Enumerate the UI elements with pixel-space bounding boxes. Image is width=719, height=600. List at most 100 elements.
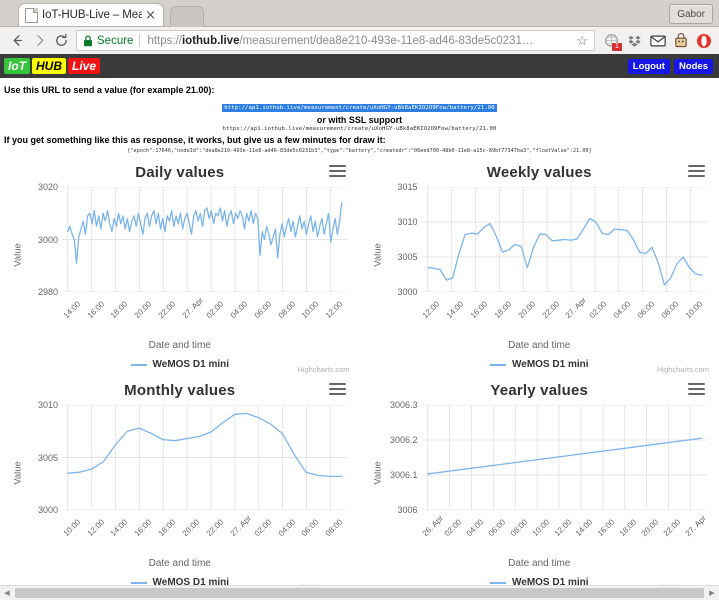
x-axis-ticks: 14:00 16:00 18:00 20:00 22:00 27. Apr 02:00 04:… xyxy=(61,292,348,322)
x-tick-label: 20:00 xyxy=(639,517,661,538)
forward-arrow-icon[interactable] xyxy=(28,30,50,52)
adblock-extension-icon[interactable]: 1 xyxy=(602,31,622,51)
horizontal-scrollbar[interactable]: ◀ ▶ xyxy=(0,585,719,600)
x-tick-label: 08:00 xyxy=(659,299,681,320)
y-tick-label: 3006.3 xyxy=(389,400,418,410)
chart-title: Daily values xyxy=(135,164,225,181)
x-tick-label: 02:00 xyxy=(204,299,226,320)
plot-area: Value 3006 3006.1 3006.2 3006.3 26. Apr 02:0… xyxy=(368,400,712,540)
x-tick-label: 14:00 xyxy=(574,517,595,538)
y-tick-label: 3005 xyxy=(397,251,418,262)
tab-title: IoT-HUB-Live – Measu xyxy=(42,9,143,21)
x-tick-label: 22:00 xyxy=(204,517,226,538)
x-tick-label: 08:00 xyxy=(508,517,529,538)
lastpass-extension-icon[interactable] xyxy=(671,31,690,50)
site-logo[interactable]: IoT HUB Live xyxy=(4,58,101,74)
y-tick-label: 3006.1 xyxy=(389,469,418,480)
tab-strip: IoT-HUB-Live – Measu × Gabor xyxy=(0,0,719,27)
x-tick-label: 10:00 xyxy=(61,517,82,538)
chart-yearly: Yearly values Value 3006 3006.1 3006.2 3006… xyxy=(360,372,719,586)
address-bar[interactable]: Secure https://iothub.live/measurement/d… xyxy=(76,30,595,51)
y-axis-ticks: 3000 3005 3010 xyxy=(20,400,60,515)
page-content: IoT HUB Live Logout Nodes Use this URL t… xyxy=(0,54,719,586)
x-tick-label: 27. Apr xyxy=(683,513,708,538)
x-tick-label: 10:00 xyxy=(683,299,705,320)
x-tick-label: 02:00 xyxy=(442,517,464,538)
scrollbar-track[interactable] xyxy=(14,586,705,600)
opera-extension-icon[interactable] xyxy=(694,31,713,50)
logo-part-iot: IoT xyxy=(4,58,30,74)
x-tick-label: 18:00 xyxy=(492,299,514,320)
dropbox-extension-icon[interactable] xyxy=(625,31,644,50)
plot-area: Value 3000 3005 3010 3015 12:00 14:00 16:00 18… xyxy=(368,182,712,322)
api-instructions: Use this URL to send a value (for exampl… xyxy=(0,78,719,154)
bookmark-star-icon[interactable]: ☆ xyxy=(570,33,588,49)
x-tick-label: 20:00 xyxy=(516,299,537,320)
back-arrow-icon[interactable] xyxy=(6,30,28,52)
y-axis-ticks: 3000 3005 3010 3015 xyxy=(380,182,420,297)
chart-daily: Daily values Value 2980 3000 3020 14:00 16:… xyxy=(0,154,360,374)
scrollbar-thumb[interactable] xyxy=(15,588,704,598)
legend-label: WeMOS D1 mini xyxy=(152,359,230,370)
response-instruction: If you get something like this as respon… xyxy=(4,135,386,145)
logo-part-live: Live xyxy=(68,58,101,74)
x-tick-label: 02:00 xyxy=(587,299,609,320)
x-tick-label: 18:00 xyxy=(109,299,130,320)
series-plot xyxy=(422,187,708,292)
x-tick-label: 16:00 xyxy=(595,517,617,538)
y-tick-label: 3000 xyxy=(397,287,418,297)
series-plot xyxy=(62,405,348,510)
mail-extension-icon[interactable] xyxy=(648,31,667,50)
new-tab-button[interactable] xyxy=(170,6,204,27)
logo-part-hub: HUB xyxy=(32,58,66,74)
reload-icon[interactable] xyxy=(50,30,72,52)
ssl-note: or with SSL support xyxy=(316,115,403,125)
y-tick-label: 3020 xyxy=(37,182,58,192)
browser-tab[interactable]: IoT-HUB-Live – Measu × xyxy=(18,3,164,26)
logout-button[interactable]: Logout xyxy=(627,58,670,74)
x-axis-ticks: 26. Apr 02:00 04:00 06:00 08:00 10:00 12:00 14:… xyxy=(420,510,708,540)
chart-menu-icon[interactable] xyxy=(328,165,346,180)
x-tick-label: 08:00 xyxy=(323,517,345,538)
nodes-button[interactable]: Nodes xyxy=(673,58,713,74)
x-tick-label: 10:00 xyxy=(300,299,321,320)
x-tick-label: 27. Apr xyxy=(228,513,253,538)
x-axis-label: Date and time xyxy=(508,340,571,351)
chart-menu-icon[interactable] xyxy=(688,165,705,180)
chart-weekly: Weekly values Value 3000 3005 3010 3015 12:… xyxy=(360,154,719,374)
profile-button[interactable]: Gabor xyxy=(669,4,713,24)
x-tick-label: 22:00 xyxy=(156,299,178,320)
scroll-left-arrow-icon[interactable]: ◀ xyxy=(0,586,14,600)
api-url-highlighted[interactable]: http://ap1.iothub.live/measurement/creat… xyxy=(222,104,497,112)
x-tick-label: 04:00 xyxy=(611,299,633,320)
address-separator xyxy=(139,34,141,47)
chart-menu-icon[interactable] xyxy=(328,383,346,398)
site-header: IoT HUB Live Logout Nodes xyxy=(0,54,719,78)
x-axis-label: Date and time xyxy=(148,558,211,569)
x-tick-label: 16:00 xyxy=(85,299,106,320)
y-tick-label: 3000 xyxy=(37,234,58,245)
x-tick-label: 26. Apr xyxy=(420,513,446,538)
x-tick-label: 06:00 xyxy=(252,299,273,320)
x-tick-label: 16:00 xyxy=(132,517,154,538)
x-axis-ticks: 10:00 12:00 14:00 16:00 18:00 20:00 22:00 27. A… xyxy=(61,510,348,540)
x-tick-label: 04:00 xyxy=(464,517,486,538)
x-tick-label: 20:00 xyxy=(180,517,202,538)
url-host: iothub.live xyxy=(181,34,240,47)
y-tick-label: 3000 xyxy=(37,505,58,515)
charts-grid: Daily values Value 2980 3000 3020 14:00 16:… xyxy=(0,154,719,586)
x-axis-label: Date and time xyxy=(148,340,211,351)
chart-menu-icon[interactable] xyxy=(688,383,705,398)
close-tab-icon[interactable]: × xyxy=(145,9,156,22)
chart-monthly: Monthly values Value 3000 3005 3010 10:00 1… xyxy=(0,372,360,586)
x-tick-label: 16:00 xyxy=(468,299,490,320)
legend-swatch xyxy=(490,363,506,366)
x-axis-ticks: 12:00 14:00 16:00 18:00 20:00 22:00 27. Apr 02:… xyxy=(421,292,708,322)
legend-swatch xyxy=(130,581,147,584)
send-value-instruction: Use this URL to send a value (for exampl… xyxy=(4,85,215,95)
legend-swatch xyxy=(130,363,147,366)
profile-name: Gabor xyxy=(677,8,705,20)
scroll-right-arrow-icon[interactable]: ▶ xyxy=(705,586,719,600)
x-tick-label: 08:00 xyxy=(276,299,297,320)
x-tick-label: 12:00 xyxy=(552,517,573,538)
